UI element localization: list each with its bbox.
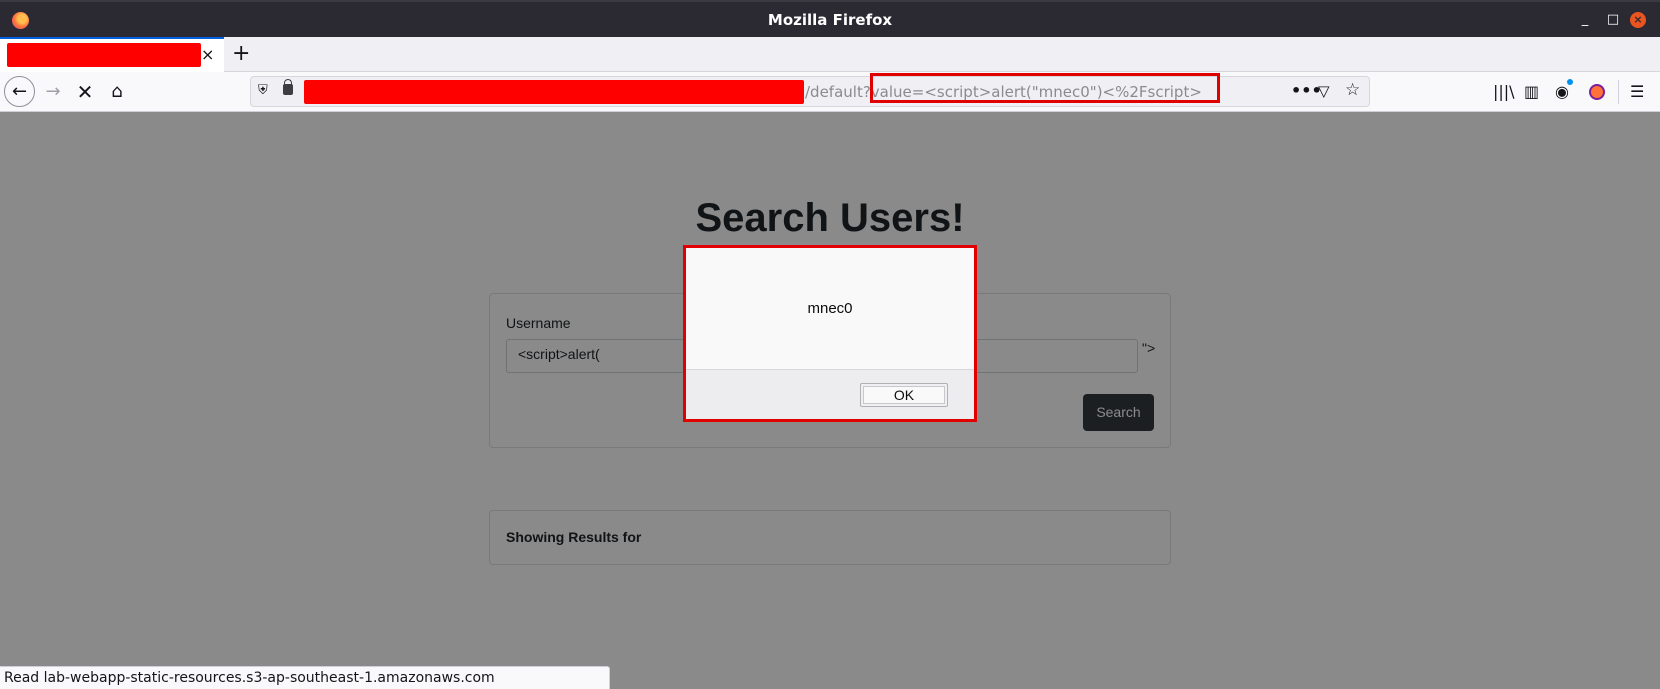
stop-button[interactable]: ✕ <box>69 76 101 108</box>
account-icon[interactable]: ◉ <box>1555 79 1573 101</box>
url-highlight-box <box>870 73 1220 103</box>
redacted-tab-title <box>7 43 201 67</box>
back-button[interactable]: ← <box>4 76 35 107</box>
lock-icon[interactable] <box>283 79 293 95</box>
navigation-toolbar: ← → ✕ ⌂ ⛨ /default?value=<script>alert("… <box>0 72 1660 112</box>
pocket-icon[interactable]: ▽ <box>1318 82 1330 100</box>
hamburger-menu-icon[interactable]: ☰ <box>1630 82 1644 101</box>
alert-message: mnec0 <box>807 300 853 317</box>
home-button[interactable]: ⌂ <box>101 76 133 108</box>
sidebar-icon[interactable]: ▥ <box>1524 82 1539 101</box>
status-bar: Read lab-webapp-static-resources.s3-ap-s… <box>0 666 610 689</box>
alert-footer: OK <box>686 369 974 419</box>
new-tab-button[interactable]: + <box>232 42 250 66</box>
url-bar[interactable]: ⛨ /default?value=<script>alert("mnec0")<… <box>250 73 1370 107</box>
tab-active[interactable]: × <box>0 37 224 72</box>
ok-button[interactable]: OK <box>860 383 948 407</box>
extension-icon[interactable] <box>1589 84 1605 100</box>
maximize-button[interactable]: □ <box>1604 11 1622 29</box>
tab-strip: × + <box>0 37 1660 72</box>
tab-close-icon[interactable]: × <box>201 45 214 65</box>
window-title: Mozilla Firefox <box>767 11 893 29</box>
alert-body: mnec0 <box>686 248 974 369</box>
library-icon[interactable]: |||\ <box>1493 82 1515 101</box>
close-window-button[interactable]: × <box>1630 12 1646 28</box>
redacted-url-host <box>304 80 804 104</box>
alert-dialog: mnec0 OK <box>683 245 977 422</box>
notification-dot <box>1566 79 1573 85</box>
minimize-button[interactable]: _ <box>1576 11 1594 29</box>
account-glyph: ◉ <box>1555 82 1569 101</box>
bookmark-star-icon[interactable]: ☆ <box>1345 80 1360 100</box>
forward-button[interactable]: → <box>37 76 69 108</box>
tracking-shield-icon[interactable]: ⛨ <box>258 83 268 98</box>
toolbar-separator <box>1618 80 1619 104</box>
window-titlebar: Mozilla Firefox _ □ × <box>0 0 1660 37</box>
